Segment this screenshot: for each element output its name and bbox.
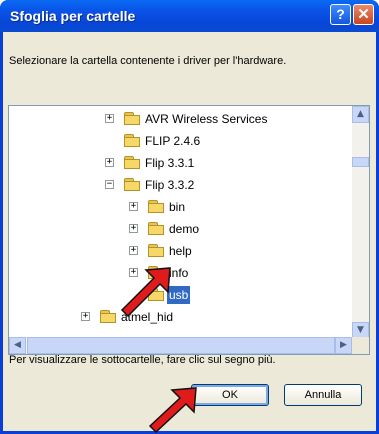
title-bar[interactable]: Sfoglia per cartelle ? ✕: [0, 0, 379, 32]
ok-button[interactable]: OK: [191, 384, 269, 406]
folder-icon: [148, 200, 165, 213]
scroll-right-button[interactable]: ▶: [335, 337, 352, 354]
dialog-body: Selezionare la cartella contenente i dri…: [3, 32, 376, 431]
vertical-scrollbar[interactable]: ▲ ▼: [352, 106, 369, 339]
scrollbar-corner: [352, 337, 369, 354]
folder-icon: [124, 134, 141, 147]
folder-icon: [124, 112, 141, 125]
folder-icon: [100, 310, 117, 323]
expand-icon[interactable]: +: [105, 114, 114, 123]
horizontal-scroll-thumb[interactable]: [27, 337, 335, 354]
tree-item-label: bin: [169, 200, 186, 214]
expand-icon[interactable]: +: [129, 224, 138, 233]
expand-icon[interactable]: +: [129, 202, 138, 211]
tree-item-label: Flip 3.3.2: [145, 178, 195, 192]
tree-item-label: Flip 3.3.1: [145, 156, 195, 170]
horizontal-scrollbar[interactable]: ◀ ▶: [9, 337, 352, 354]
expand-icon[interactable]: +: [105, 158, 114, 167]
folder-icon: [124, 156, 141, 169]
instruction-text: Selezionare la cartella contenente i dri…: [9, 55, 287, 67]
expand-icon[interactable]: +: [81, 312, 90, 321]
folder-icon: [148, 244, 165, 257]
dialog-window: Sfoglia per cartelle ? ✕ Selezionare la …: [0, 0, 379, 434]
scroll-up-button[interactable]: ▲: [352, 106, 369, 123]
scroll-left-button[interactable]: ◀: [9, 337, 26, 354]
tree-item-label: AVR Wireless Services: [145, 112, 268, 126]
folder-icon: [148, 222, 165, 235]
vertical-scroll-thumb[interactable]: [352, 157, 369, 167]
expand-icon[interactable]: +: [129, 246, 138, 255]
close-button[interactable]: ✕: [353, 4, 374, 25]
folder-tree[interactable]: + AVR Wireless Services FLIP 2.4.6 + Fli…: [8, 105, 370, 355]
help-button[interactable]: ?: [330, 4, 351, 25]
hint-text: Per visualizzare le sottocartelle, fare …: [9, 354, 276, 366]
tree-item-label: help: [169, 244, 192, 258]
window-title: Sfoglia per cartelle: [10, 8, 136, 24]
folder-open-icon: [124, 178, 141, 191]
tree-item-label: demo: [169, 222, 200, 236]
cancel-button[interactable]: Annulla: [284, 384, 362, 406]
tree-item-label: FLIP 2.4.6: [145, 134, 201, 148]
collapse-icon[interactable]: −: [105, 180, 114, 189]
annotation-arrow-icon: [120, 267, 171, 318]
annotation-arrow-icon: [148, 387, 197, 434]
